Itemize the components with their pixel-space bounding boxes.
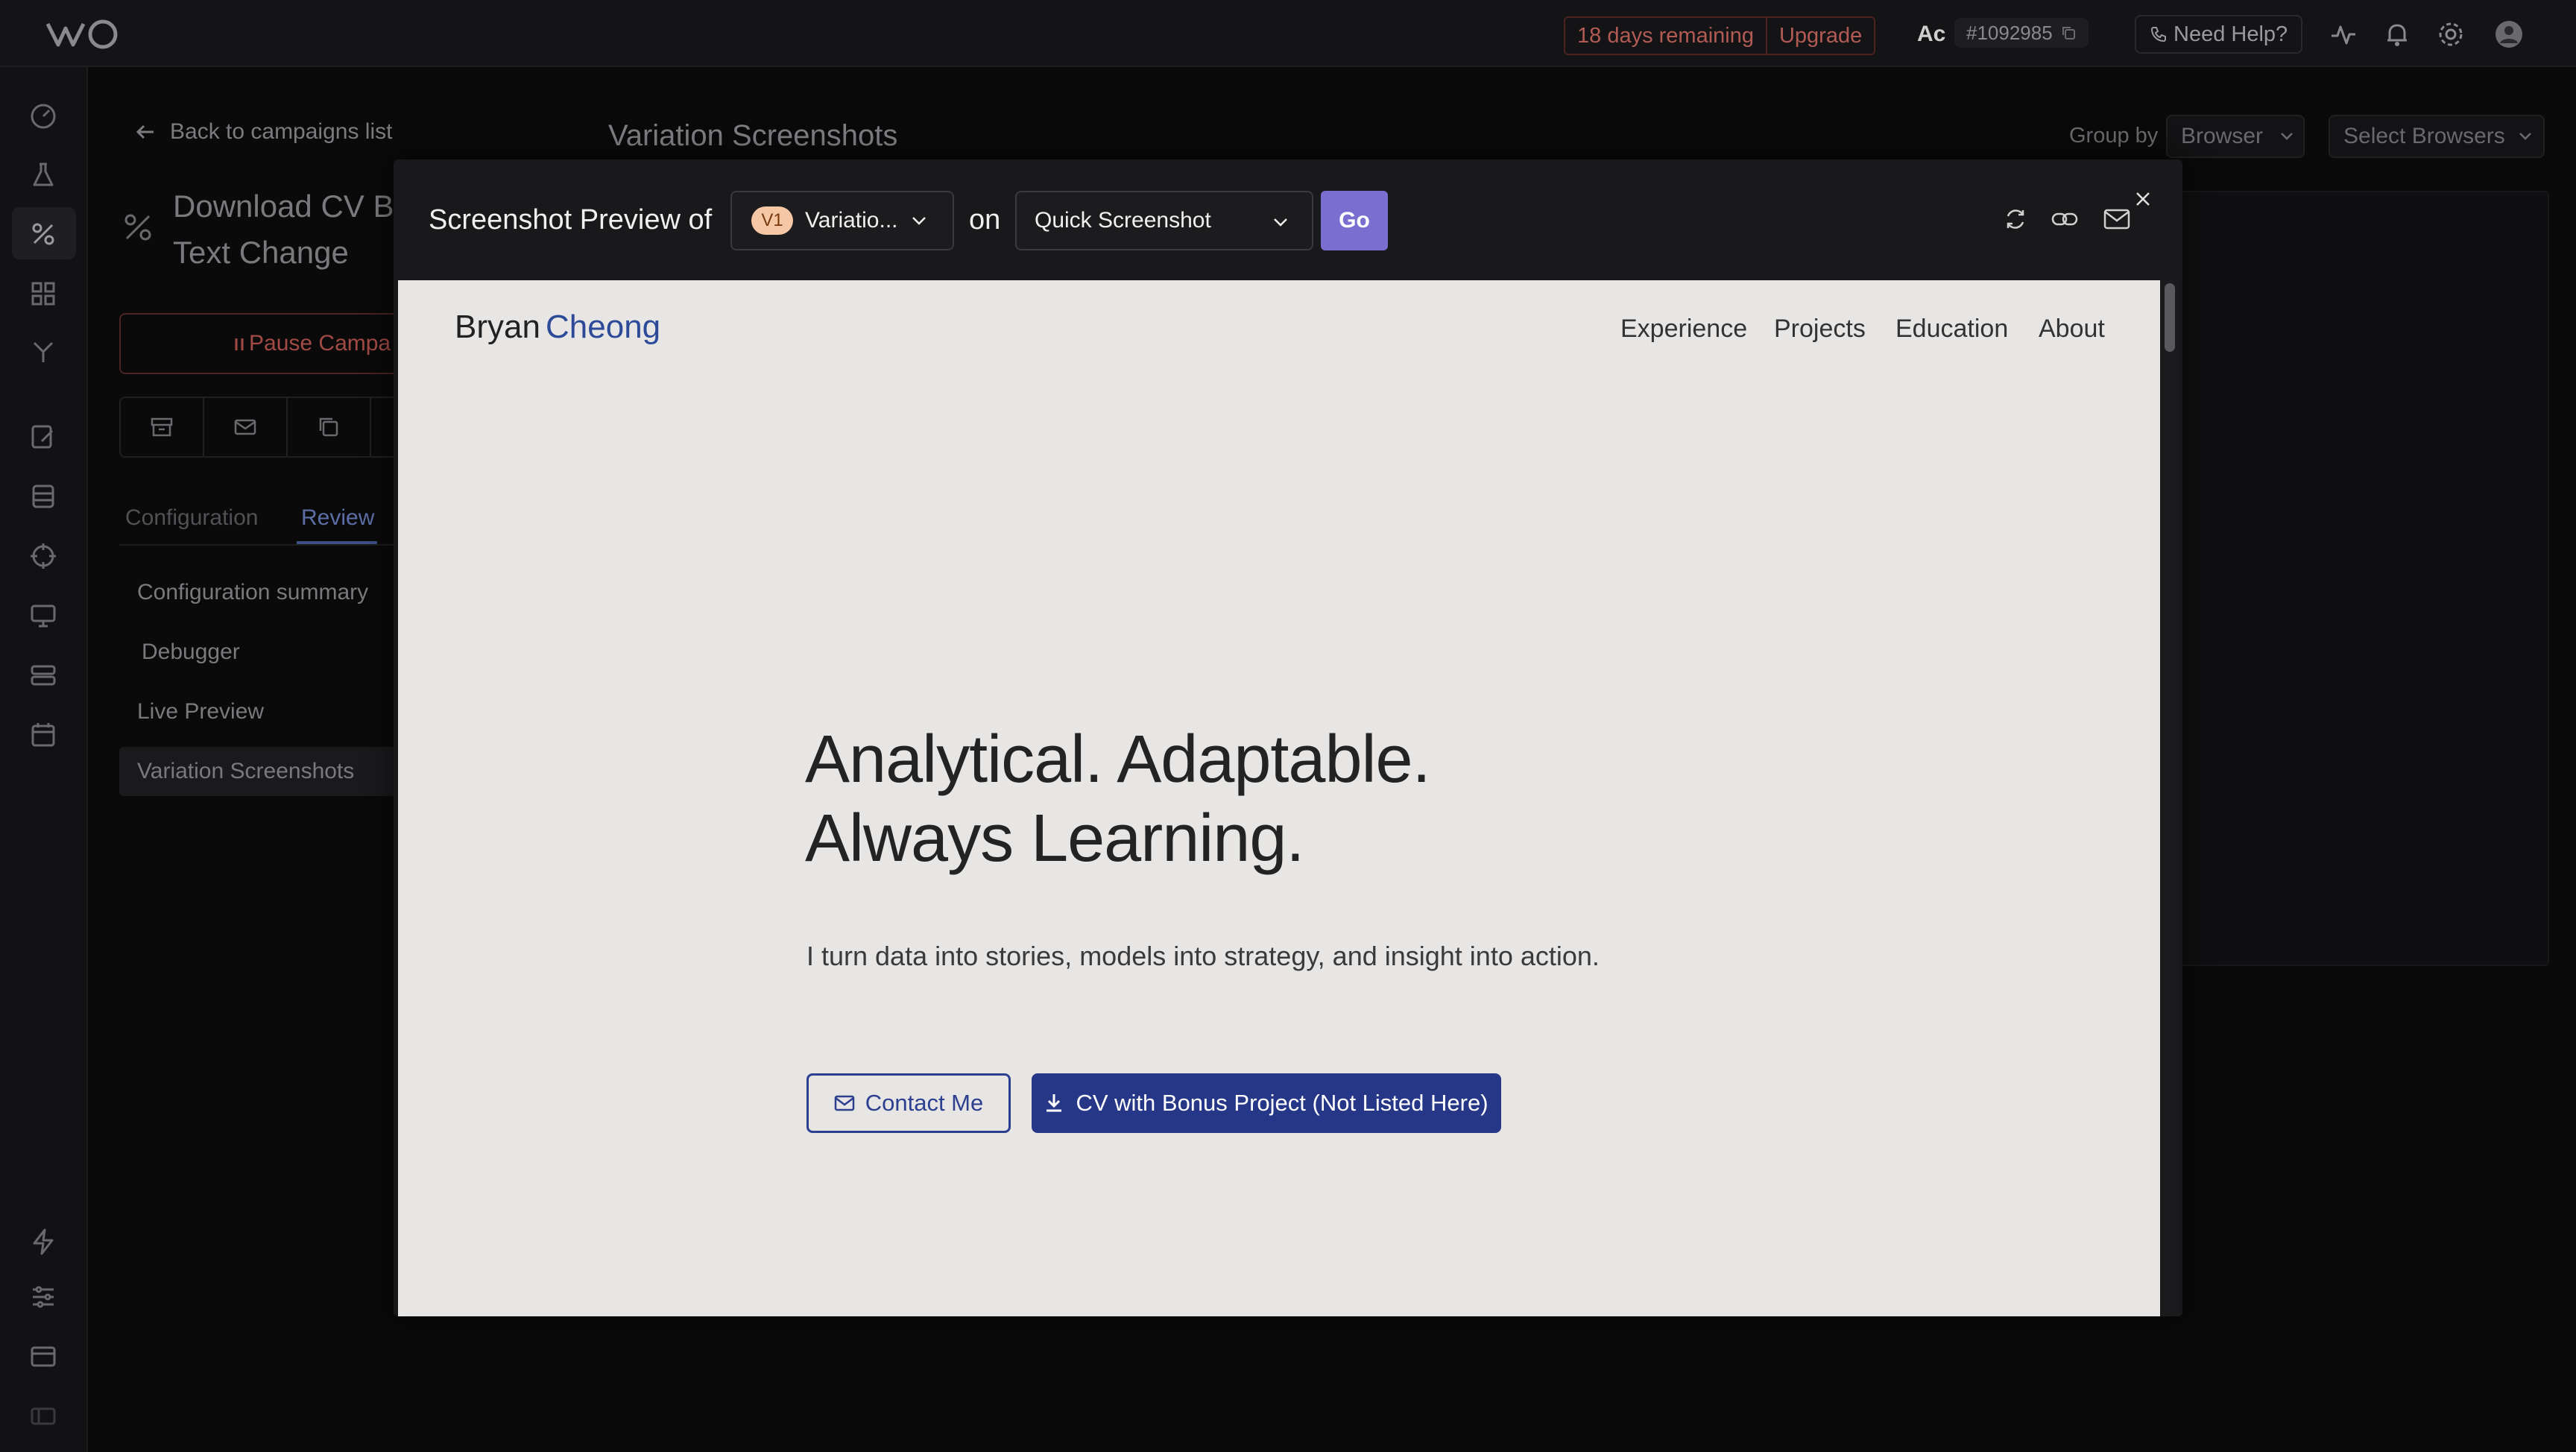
variation-label: Variatio... [805, 208, 898, 233]
hero-line-1: Analytical. Adaptable. [805, 722, 1431, 797]
download-cv-label: CV with Bonus Project (Not Listed Here) [1076, 1090, 1489, 1116]
phone-icon [2150, 25, 2168, 43]
database-icon[interactable] [28, 482, 58, 511]
preview-scrollbar-thumb[interactable] [2165, 283, 2175, 352]
trial-banner: 18 days remaining Upgrade [1564, 16, 1876, 55]
hero-heading: Analytical. Adaptable. Always Learning. [805, 720, 1431, 878]
contact-me-button[interactable]: Contact Me [806, 1073, 1011, 1133]
arrow-left-icon [134, 121, 157, 143]
active-tab-indicator [297, 541, 377, 544]
chevron-down-icon [1272, 216, 1289, 228]
download-icon [1044, 1093, 1064, 1114]
pause-campaign-label: Pause Campa [249, 331, 391, 356]
back-link-label: Back to campaigns list [170, 119, 393, 144]
site-brand-last-name[interactable]: Cheong [546, 309, 660, 346]
page-title: Variation Screenshots [608, 119, 898, 152]
left-nav-rail [0, 67, 88, 1452]
lightning-icon[interactable] [28, 1227, 58, 1257]
modal-title: Screenshot Preview of [429, 204, 713, 236]
select-browsers-dropdown[interactable]: Select Browsers [2329, 115, 2545, 158]
upgrade-link[interactable]: Upgrade [1767, 18, 1874, 54]
download-cv-button[interactable]: CV with Bonus Project (Not Listed Here) [1032, 1073, 1501, 1133]
site-nav-education[interactable]: Education [1895, 315, 2008, 344]
refresh-icon[interactable] [2001, 204, 2030, 234]
account-id-text: #1092985 [1966, 22, 2053, 44]
campaign-type-icon [119, 209, 157, 246]
campaign-toolbar [119, 397, 417, 458]
group-by-value: Browser [2181, 124, 2264, 148]
archive-icon[interactable] [121, 398, 204, 456]
pause-campaign-button[interactable]: Pause Campa [119, 313, 417, 374]
variation-select[interactable]: V1 Variatio... [730, 191, 954, 250]
menu-item-live-preview[interactable]: Live Preview [137, 699, 264, 725]
site-nav-experience[interactable]: Experience [1620, 315, 1747, 344]
user-avatar-icon[interactable] [2494, 19, 2524, 49]
screenshots-panel [2176, 191, 2549, 966]
email-icon[interactable] [2102, 204, 2132, 234]
activity-icon[interactable] [2329, 19, 2358, 49]
tab-configuration[interactable]: Configuration [125, 505, 258, 531]
server-icon[interactable] [28, 660, 58, 690]
hero-subtitle: I turn data into stories, models into st… [806, 941, 1600, 971]
copy-icon[interactable] [2060, 25, 2077, 41]
group-by-select[interactable]: Browser [2166, 115, 2305, 158]
hero-line-2: Always Learning. [805, 801, 1304, 876]
fork-icon[interactable] [28, 337, 58, 367]
chevron-down-icon [2279, 131, 2294, 142]
site-nav-about[interactable]: About [2039, 315, 2105, 344]
grid-icon[interactable] [28, 279, 58, 309]
on-label: on [969, 204, 1001, 236]
target-icon[interactable] [28, 541, 58, 571]
flask-icon[interactable] [28, 160, 58, 189]
dashboard-icon[interactable] [28, 101, 58, 131]
account-initials[interactable]: Ac [1917, 19, 1945, 49]
menu-item-configuration-summary[interactable]: Configuration summary [137, 580, 368, 605]
gear-icon[interactable] [2436, 19, 2466, 49]
monitor-icon[interactable] [28, 601, 58, 631]
site-nav-projects[interactable]: Projects [1774, 315, 1866, 344]
mail-icon[interactable] [204, 398, 288, 456]
need-help-button[interactable]: Need Help? [2135, 15, 2303, 54]
envelope-icon [834, 1094, 855, 1112]
top-bar: 18 days remaining Upgrade Ac #1092985 Ne… [0, 0, 2576, 67]
preview-scrollbar[interactable] [2162, 280, 2178, 1316]
screenshot-type-select[interactable]: Quick Screenshot [1015, 191, 1313, 250]
percent-icon[interactable] [28, 219, 58, 249]
close-icon[interactable] [2130, 186, 2156, 212]
contact-me-label: Contact Me [865, 1090, 984, 1116]
variation-badge: V1 [751, 206, 793, 235]
link-icon[interactable] [2050, 204, 2080, 234]
billing-icon[interactable] [28, 1342, 58, 1371]
campaign-name: Download CV B Text Change [173, 189, 394, 270]
back-to-campaigns-link[interactable]: Back to campaigns list [134, 119, 392, 145]
tab-review[interactable]: Review [301, 505, 374, 531]
screenshot-type-value: Quick Screenshot [1035, 208, 1211, 233]
need-help-label: Need Help? [2174, 22, 2288, 46]
chevron-down-icon [910, 215, 928, 227]
vwo-logo[interactable] [45, 16, 127, 51]
select-browsers-label: Select Browsers [2343, 124, 2505, 148]
menu-item-variation-screenshots[interactable]: Variation Screenshots [137, 759, 354, 784]
chevron-down-icon [2518, 131, 2533, 142]
site-brand-first-name[interactable]: Bryan [455, 309, 540, 346]
pause-icon [234, 337, 244, 352]
account-id-badge[interactable]: #1092985 [1954, 18, 2089, 48]
edit-page-icon[interactable] [28, 422, 58, 452]
go-button[interactable]: Go [1321, 191, 1388, 250]
tabs-divider [119, 544, 417, 546]
calendar-icon[interactable] [28, 720, 58, 750]
duplicate-icon[interactable] [288, 398, 371, 456]
group-by-label: Group by [2069, 124, 2159, 148]
menu-item-debugger[interactable]: Debugger [142, 640, 240, 665]
sliders-icon[interactable] [28, 1282, 58, 1312]
trial-days-remaining: 18 days remaining [1565, 18, 1767, 54]
bell-icon[interactable] [2382, 19, 2412, 49]
collapse-sidebar-icon[interactable] [28, 1401, 58, 1431]
